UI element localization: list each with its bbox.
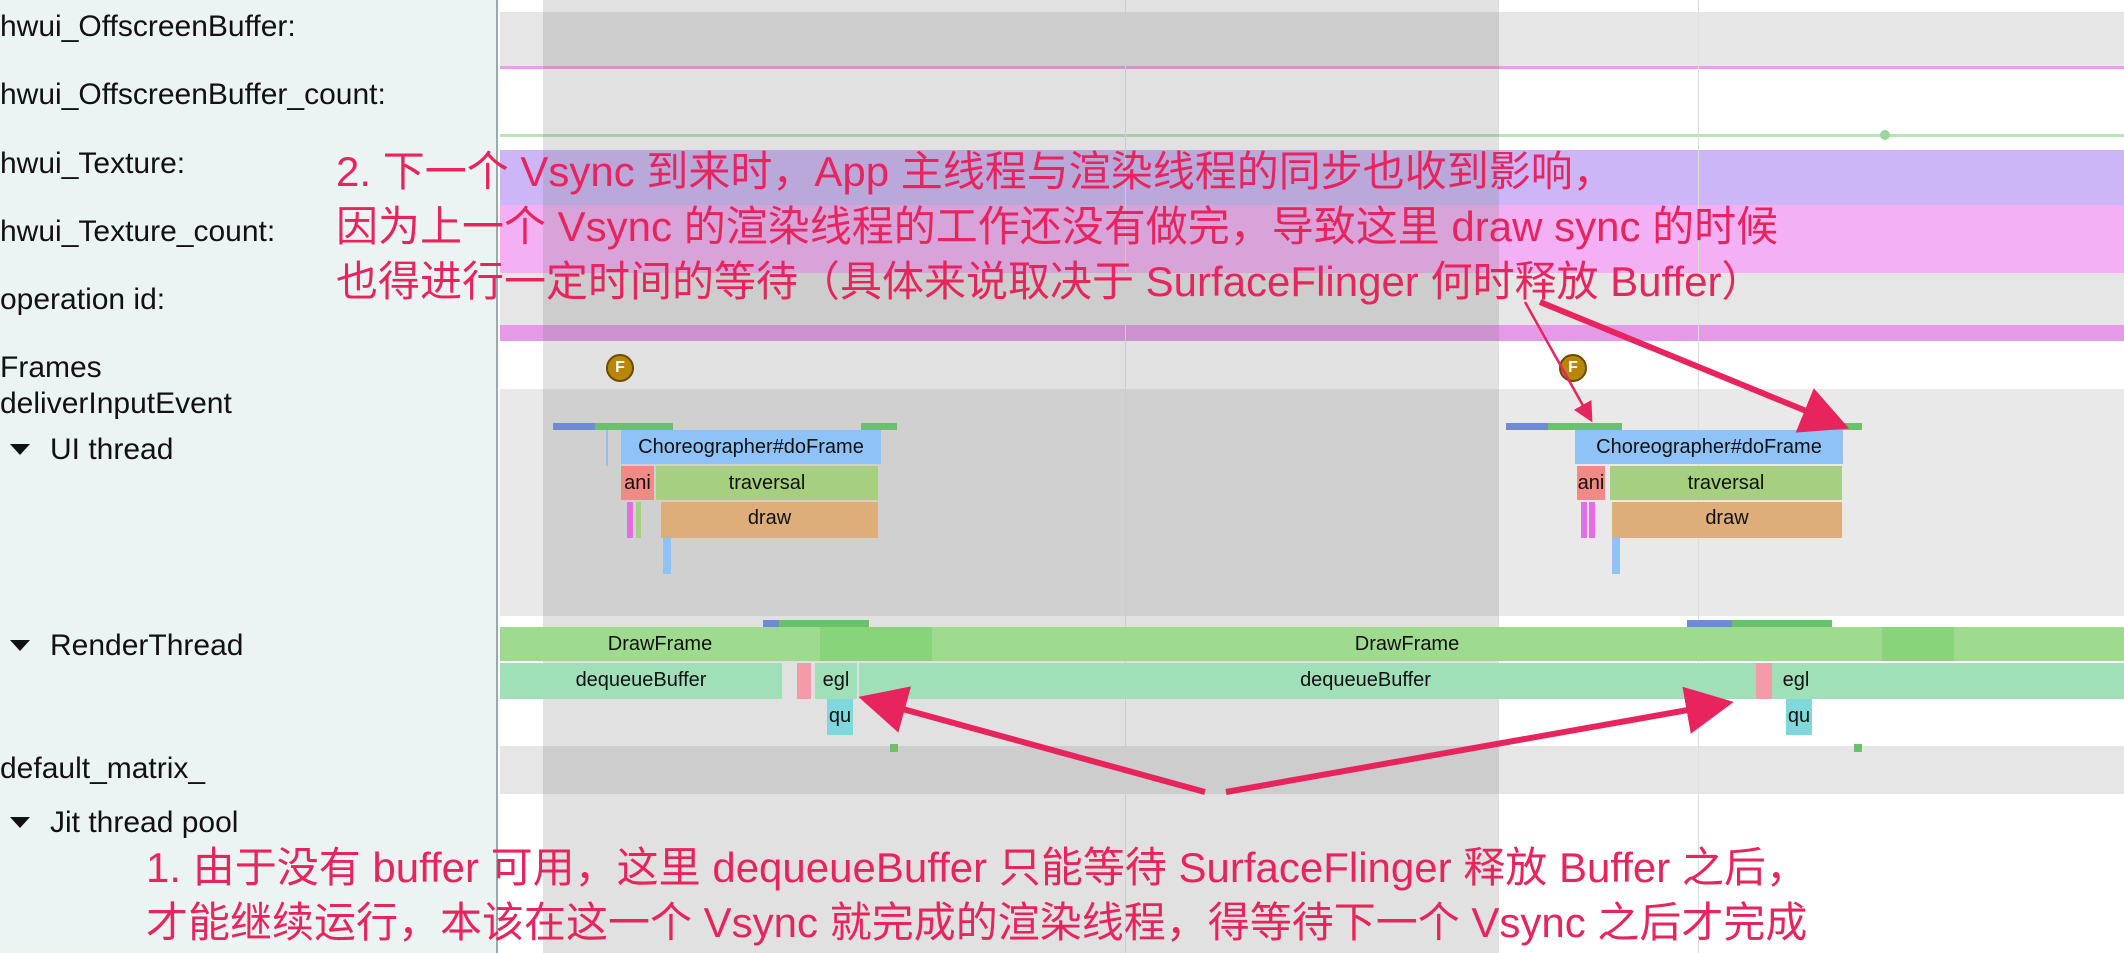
arrow-to-sync [1540, 302, 1838, 424]
arrow-to-queue-1 [870, 700, 1205, 792]
annotation-arrows [0, 0, 2124, 953]
arrow-to-queue-2 [1226, 704, 1722, 792]
